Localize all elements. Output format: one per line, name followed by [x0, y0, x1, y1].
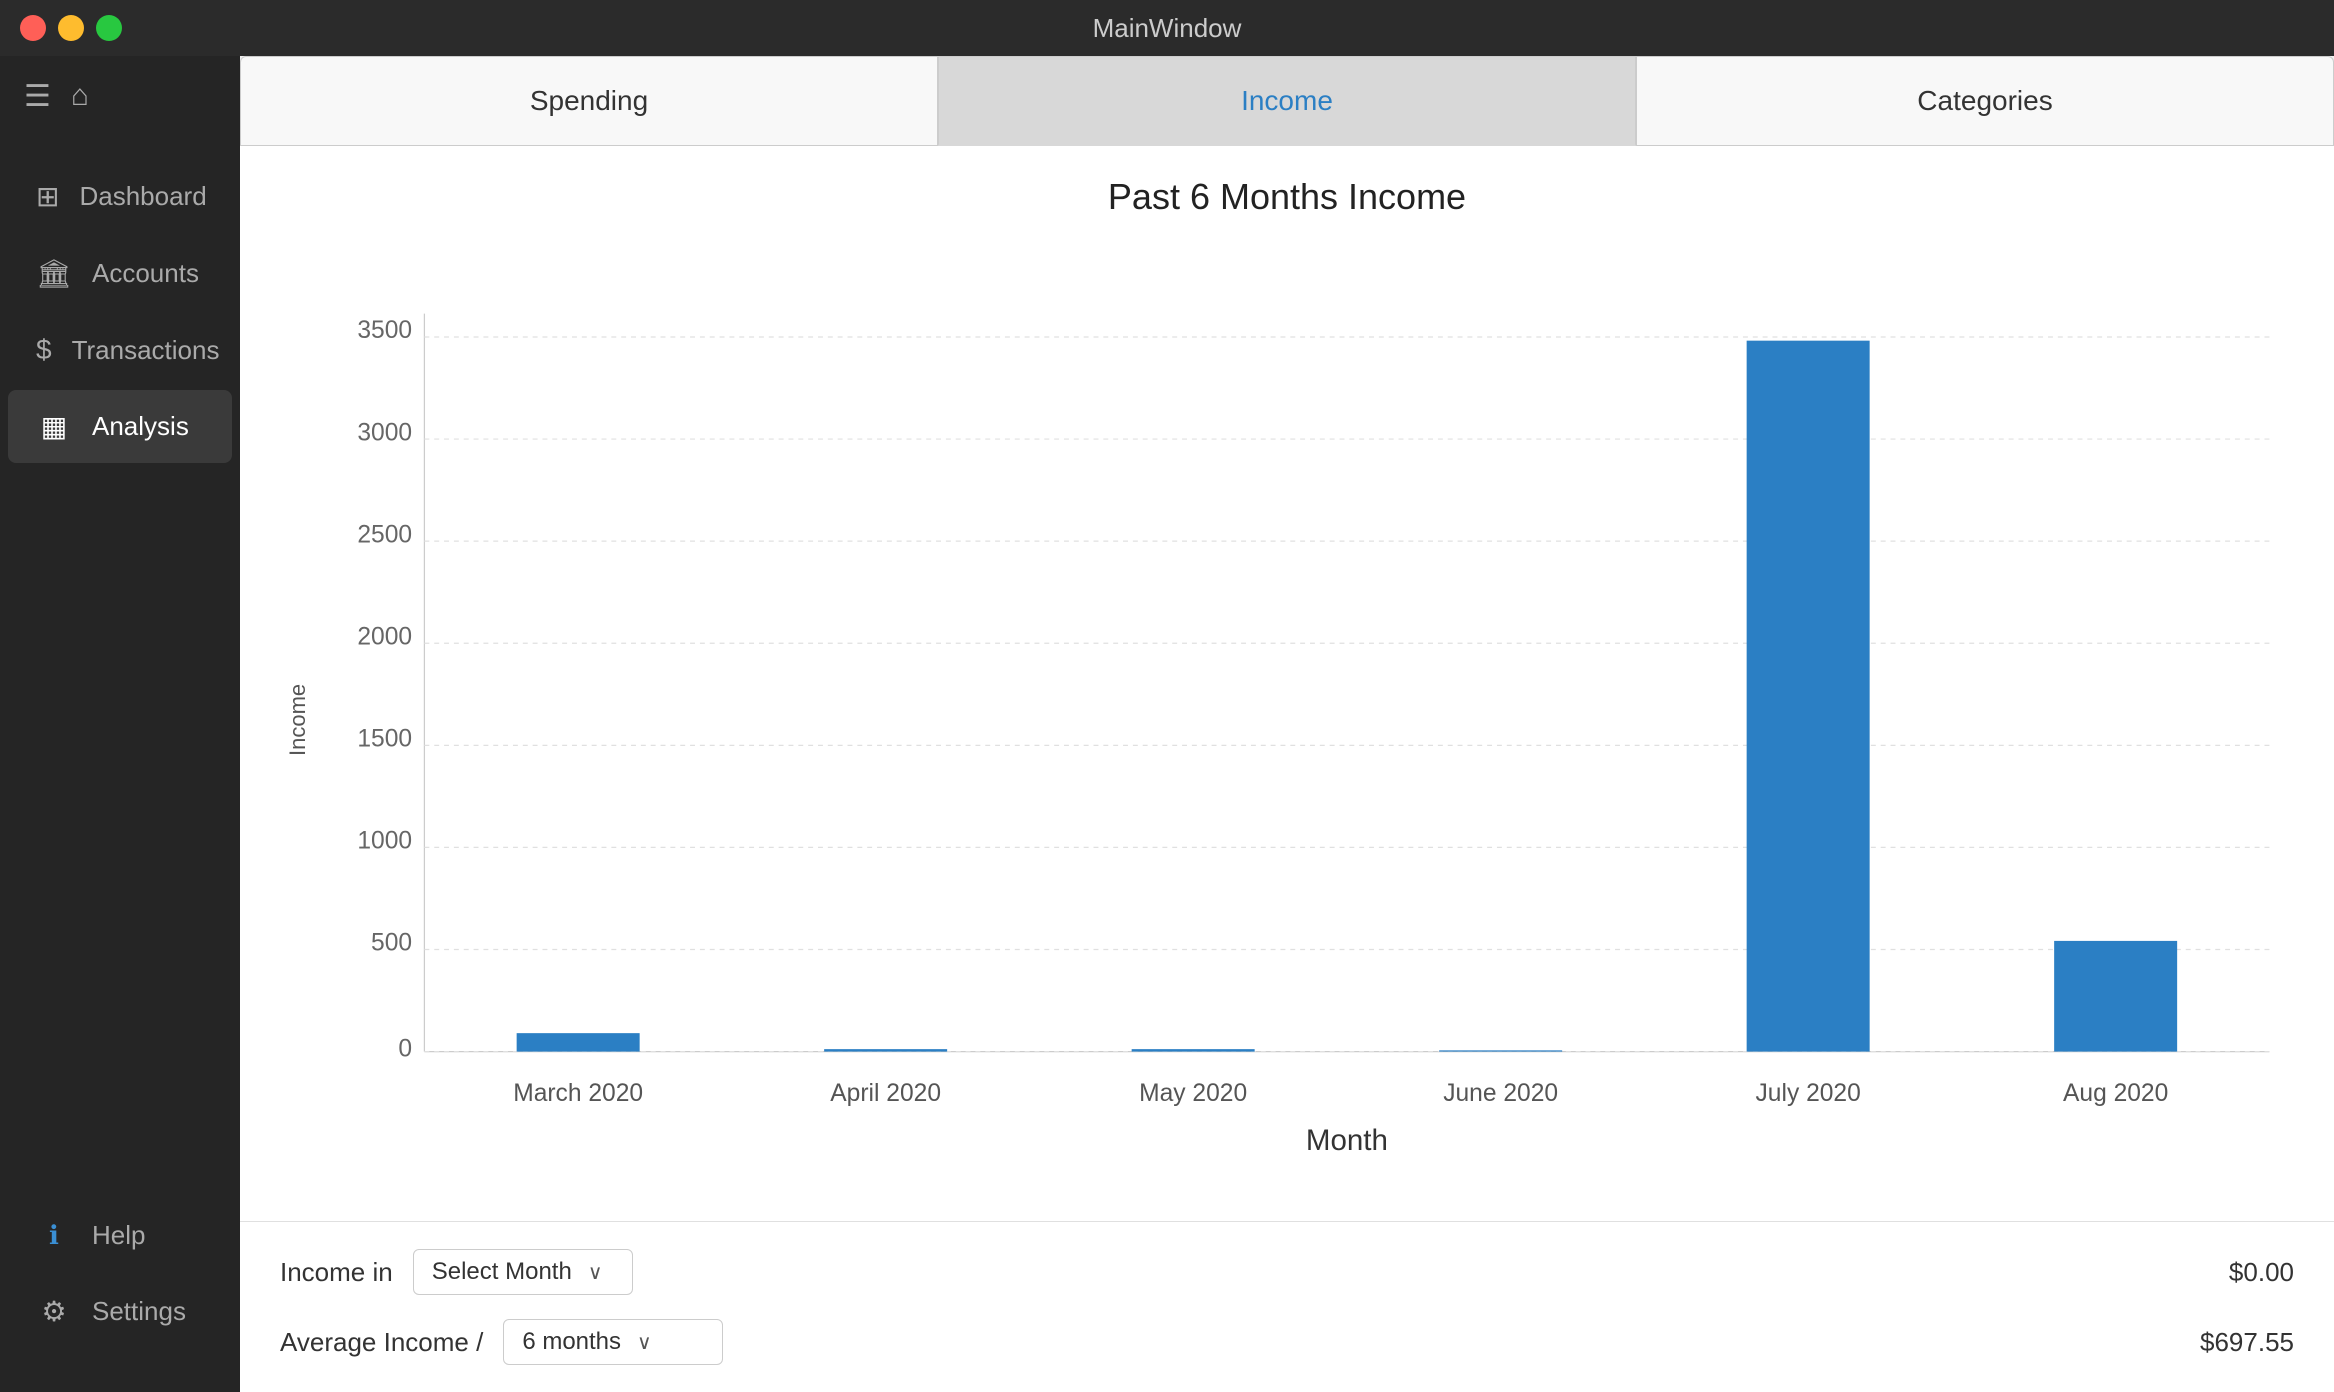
- svg-text:3000: 3000: [357, 419, 412, 446]
- help-icon: ℹ: [36, 1220, 72, 1251]
- avg-income-row: Average Income / 6 months ∨ $697.55: [280, 1312, 2294, 1372]
- dashboard-icon: ⊞: [36, 180, 59, 213]
- avg-income-value: $697.55: [2200, 1327, 2294, 1358]
- app-body: ☰ ⌂ ⊞ Dashboard 🏛 Accounts $ Transaction…: [0, 56, 2334, 1392]
- sidebar-item-settings[interactable]: ⚙ Settings: [8, 1275, 232, 1348]
- svg-text:June 2020: June 2020: [1443, 1080, 1558, 1107]
- analysis-icon: ▦: [36, 410, 72, 443]
- sidebar-item-dashboard[interactable]: ⊞ Dashboard: [8, 160, 232, 233]
- chart-svg-wrap: 0 500 1000 1500 2000 2500: [326, 238, 2294, 1201]
- bar-aug-2020: [2054, 941, 2177, 1052]
- sidebar-label-dashboard: Dashboard: [79, 181, 206, 212]
- tab-categories[interactable]: Categories: [1636, 56, 2334, 146]
- tab-income[interactable]: Income: [938, 56, 1636, 146]
- chart-title: Past 6 Months Income: [280, 176, 2294, 218]
- bar-june-2020: [1439, 1050, 1562, 1051]
- home-icon[interactable]: ⌂: [71, 79, 89, 113]
- bottom-controls: Income in Select Month ∨ $0.00 Average I…: [240, 1221, 2334, 1392]
- tab-spending[interactable]: Spending: [240, 56, 938, 146]
- bar-march-2020: [517, 1033, 640, 1051]
- sidebar-label-analysis: Analysis: [92, 411, 189, 442]
- window-title: MainWindow: [1093, 13, 1242, 44]
- svg-text:July 2020: July 2020: [1756, 1080, 1861, 1107]
- sidebar-nav: ⊞ Dashboard 🏛 Accounts $ Transactions ▦ …: [0, 136, 240, 1196]
- months-dropdown[interactable]: 6 months ∨: [503, 1319, 723, 1365]
- sidebar-label-transactions: Transactions: [72, 335, 220, 366]
- titlebar-buttons: [20, 15, 122, 41]
- bar-chart-svg: 0 500 1000 1500 2000 2500: [326, 238, 2294, 1201]
- sidebar: ☰ ⌂ ⊞ Dashboard 🏛 Accounts $ Transaction…: [0, 56, 240, 1392]
- sidebar-item-analysis[interactable]: ▦ Analysis: [8, 390, 232, 463]
- select-month-chevron-icon: ∨: [588, 1260, 603, 1285]
- svg-text:1500: 1500: [357, 726, 412, 753]
- settings-icon: ⚙: [36, 1295, 72, 1328]
- income-in-label: Income in: [280, 1257, 393, 1288]
- close-button[interactable]: [20, 15, 46, 41]
- svg-text:Aug 2020: Aug 2020: [2063, 1080, 2168, 1107]
- sidebar-label-settings: Settings: [92, 1296, 186, 1327]
- hamburger-icon[interactable]: ☰: [24, 79, 51, 114]
- svg-text:0: 0: [398, 1036, 412, 1063]
- svg-text:March 2020: March 2020: [513, 1080, 643, 1107]
- select-month-dropdown[interactable]: Select Month ∨: [413, 1249, 633, 1295]
- transactions-icon: $: [36, 334, 52, 366]
- svg-text:1000: 1000: [357, 828, 412, 855]
- avg-income-label: Average Income /: [280, 1327, 483, 1358]
- bar-april-2020: [824, 1049, 947, 1051]
- months-chevron-icon: ∨: [637, 1330, 652, 1355]
- tabs: Spending Income Categories: [240, 56, 2334, 146]
- months-text: 6 months: [522, 1328, 621, 1356]
- svg-text:2000: 2000: [357, 623, 412, 650]
- sidebar-item-help[interactable]: ℹ Help: [8, 1200, 232, 1271]
- sidebar-item-transactions[interactable]: $ Transactions: [8, 314, 232, 386]
- content-area: Spending Income Categories Past 6 Months…: [240, 56, 2334, 1392]
- svg-text:May 2020: May 2020: [1139, 1080, 1247, 1107]
- income-in-left: Income in Select Month ∨: [280, 1249, 633, 1295]
- sidebar-label-help: Help: [92, 1220, 145, 1251]
- chart-plot-area: 0 500 1000 1500 2000 2500: [326, 238, 2294, 1201]
- svg-text:Month: Month: [1306, 1124, 1388, 1157]
- y-axis-label: Income: [280, 238, 316, 1201]
- chart-inner: Income 0 500: [280, 238, 2294, 1201]
- sidebar-label-accounts: Accounts: [92, 258, 199, 289]
- bar-july-2020: [1747, 341, 1870, 1052]
- titlebar: MainWindow: [0, 0, 2334, 56]
- bar-may-2020: [1132, 1049, 1255, 1051]
- svg-text:500: 500: [371, 930, 412, 957]
- accounts-icon: 🏛: [36, 257, 72, 290]
- income-in-row: Income in Select Month ∨ $0.00: [280, 1242, 2294, 1302]
- minimize-button[interactable]: [58, 15, 84, 41]
- sidebar-bottom: ℹ Help ⚙ Settings: [0, 1196, 240, 1392]
- sidebar-item-accounts[interactable]: 🏛 Accounts: [8, 237, 232, 310]
- svg-text:2500: 2500: [357, 521, 412, 548]
- svg-text:3500: 3500: [357, 317, 412, 344]
- select-month-text: Select Month: [432, 1258, 572, 1286]
- maximize-button[interactable]: [96, 15, 122, 41]
- avg-income-left: Average Income / 6 months ∨: [280, 1319, 723, 1365]
- svg-text:April 2020: April 2020: [830, 1080, 941, 1107]
- chart-container: Past 6 Months Income Income 0: [240, 146, 2334, 1221]
- income-in-value: $0.00: [2229, 1257, 2294, 1288]
- sidebar-top: ☰ ⌂: [0, 56, 240, 136]
